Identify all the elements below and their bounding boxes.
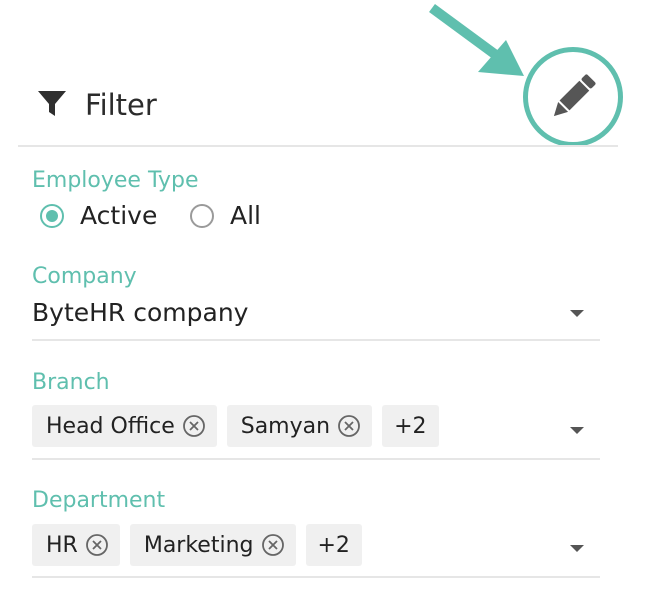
branch-label: Branch xyxy=(32,370,110,395)
radio-all-label: All xyxy=(230,201,261,230)
branch-caret-down-icon[interactable] xyxy=(570,427,584,434)
department-underline xyxy=(32,576,600,578)
department-more-chip[interactable]: +2 xyxy=(305,524,362,566)
branch-chip[interactable]: Head Office xyxy=(32,405,217,447)
branch-underline xyxy=(32,458,600,460)
branch-chip[interactable]: Samyan xyxy=(226,405,373,447)
header-divider xyxy=(18,145,618,147)
close-circle-icon[interactable] xyxy=(338,415,360,437)
department-caret-down-icon[interactable] xyxy=(570,545,584,552)
edit-button[interactable] xyxy=(523,47,623,147)
filter-icon xyxy=(38,91,66,116)
department-chip[interactable]: Marketing xyxy=(129,524,296,566)
department-chips: HR Marketing +2 xyxy=(32,524,362,566)
pencil-icon xyxy=(553,74,596,117)
company-caret-down-icon[interactable] xyxy=(570,310,584,317)
branch-more-chip[interactable]: +2 xyxy=(382,405,439,447)
radio-active-indicator[interactable] xyxy=(40,204,64,228)
branch-chips: Head Office Samyan +2 xyxy=(32,405,439,447)
employee-type-label: Employee Type xyxy=(32,168,199,193)
department-label: Department xyxy=(32,488,166,513)
department-chip[interactable]: HR xyxy=(32,524,120,566)
branch-chip-label: Head Office xyxy=(46,413,175,439)
company-underline xyxy=(32,339,600,341)
department-chip-label: HR xyxy=(46,532,78,558)
page-title: Filter xyxy=(85,88,157,122)
close-circle-icon[interactable] xyxy=(85,534,108,556)
radio-all[interactable]: All xyxy=(190,201,261,231)
arrow-icon xyxy=(429,3,524,76)
radio-active[interactable]: Active xyxy=(40,201,157,231)
department-chip-label: Marketing xyxy=(143,532,254,558)
company-select-value[interactable]: ByteHR company xyxy=(32,297,248,329)
radio-all-indicator[interactable] xyxy=(190,204,214,228)
branch-chip-label: Samyan xyxy=(240,413,331,439)
radio-active-label: Active xyxy=(80,201,158,230)
company-label: Company xyxy=(32,264,137,289)
close-circle-icon[interactable] xyxy=(182,415,205,437)
close-circle-icon[interactable] xyxy=(261,534,284,556)
